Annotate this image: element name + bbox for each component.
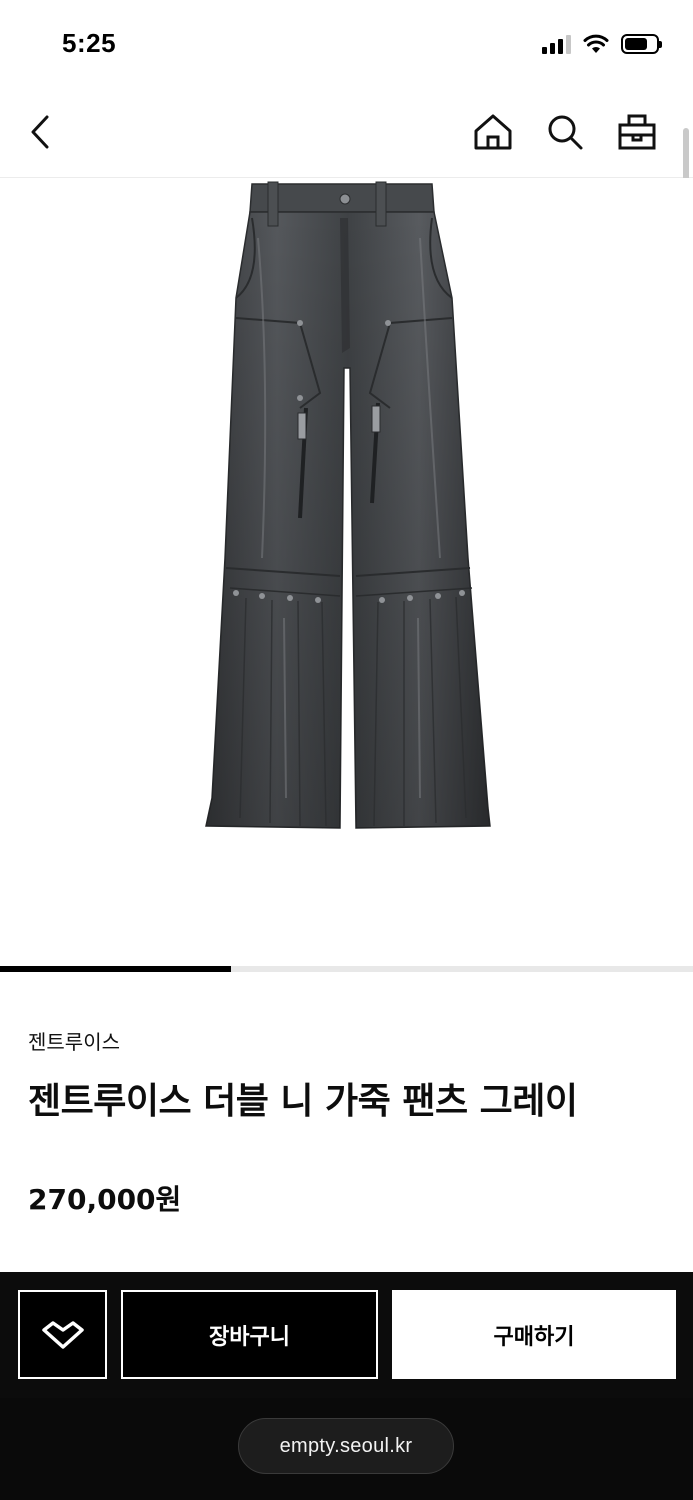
home-button[interactable] — [471, 110, 515, 154]
product-image[interactable] — [0, 178, 693, 968]
buy-now-button[interactable]: 구매하기 — [392, 1290, 676, 1379]
home-icon — [474, 114, 512, 150]
top-navigation — [0, 90, 693, 178]
search-button[interactable] — [543, 110, 587, 154]
search-icon — [548, 115, 583, 150]
battery-icon — [621, 34, 662, 54]
status-time: 5:25 — [62, 28, 117, 58]
heart-chevron-icon — [41, 1320, 84, 1349]
image-carousel-progress — [0, 966, 693, 972]
status-icons — [542, 32, 662, 56]
wifi-icon — [583, 34, 609, 53]
browser-bottom-bar: empty.seoul.kr — [0, 1398, 693, 1500]
nav-actions — [471, 110, 659, 154]
leather-pants-image — [205, 181, 491, 829]
cart-nav-button[interactable] — [615, 110, 659, 154]
brand-name[interactable]: 젠트루이스 — [28, 1026, 120, 1055]
shopping-bag-icon — [618, 114, 656, 150]
add-to-cart-button[interactable]: 장바구니 — [121, 1290, 378, 1379]
chevron-left-icon — [31, 115, 49, 149]
product-price: 270,000원 — [28, 1183, 182, 1216]
bottom-action-bar: 장바구니 구매하기 — [0, 1272, 693, 1400]
carousel-progress-fill — [0, 966, 231, 972]
battery-fill — [625, 38, 647, 50]
back-button[interactable] — [20, 110, 60, 154]
status-bar: 5:25 — [0, 0, 693, 90]
wishlist-button[interactable] — [18, 1290, 107, 1379]
url-bar[interactable]: empty.seoul.kr — [238, 1418, 454, 1474]
product-title: 젠트루이스 더블 니 가죽 팬츠 그레이 — [28, 1081, 578, 1122]
cellular-signal-icon — [542, 34, 571, 54]
